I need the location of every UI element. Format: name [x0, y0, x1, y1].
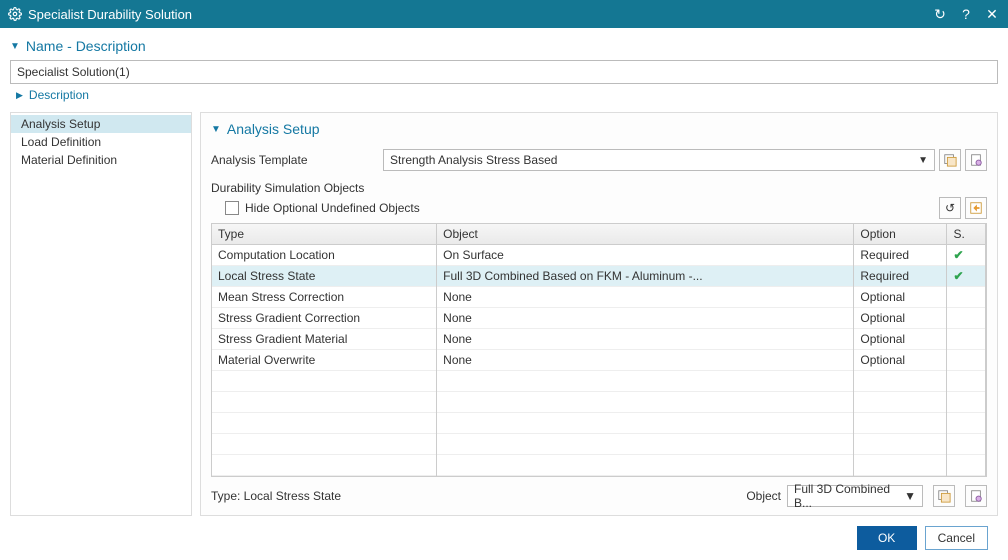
cell-status: ✔ — [947, 245, 986, 266]
footer-action2-button[interactable] — [965, 485, 987, 507]
cell-status — [947, 287, 986, 308]
description-label: Description — [29, 88, 89, 102]
table-row-empty: . — [212, 392, 986, 413]
solution-name-input[interactable] — [10, 60, 998, 84]
footer-object-value: Full 3D Combined B... — [794, 482, 904, 510]
collapse-icon: ▼ — [10, 41, 20, 52]
name-description-header[interactable]: ▼ Name - Description — [10, 38, 998, 54]
cell-object: On Surface — [437, 245, 854, 266]
template-value: Strength Analysis Stress Based — [390, 153, 557, 167]
titlebar: Specialist Durability Solution ↻ ? ✕ — [0, 0, 1008, 28]
cell-option: Optional — [854, 287, 947, 308]
table-action-button[interactable] — [965, 197, 987, 219]
footer-object-dropdown[interactable]: Full 3D Combined B... ▼ — [787, 485, 923, 507]
cancel-button[interactable]: Cancel — [925, 526, 988, 550]
table-row-empty: . — [212, 371, 986, 392]
cell-type: Computation Location — [212, 245, 437, 266]
cell-option: Required — [854, 245, 947, 266]
cell-object: None — [437, 329, 854, 350]
table-row[interactable]: Stress Gradient CorrectionNoneOptional — [212, 308, 986, 329]
table-row-empty: . — [212, 455, 986, 476]
navigation-sidebar: Analysis SetupLoad DefinitionMaterial De… — [10, 112, 192, 516]
cell-object: None — [437, 308, 854, 329]
sidebar-item-material-definition[interactable]: Material Definition — [11, 151, 191, 169]
analysis-setup-header[interactable]: ▼ Analysis Setup — [211, 121, 987, 137]
table-row[interactable]: Mean Stress CorrectionNoneOptional — [212, 287, 986, 308]
table-row-empty: . — [212, 413, 986, 434]
expand-icon: ▶ — [16, 90, 23, 101]
cell-status — [947, 329, 986, 350]
gear-icon — [8, 7, 22, 21]
template-action2-button[interactable] — [965, 149, 987, 171]
cell-option: Optional — [854, 350, 947, 371]
table-row[interactable]: Stress Gradient MaterialNoneOptional — [212, 329, 986, 350]
footer-action1-button[interactable] — [933, 485, 955, 507]
chevron-down-icon: ▼ — [918, 155, 928, 166]
description-toggle[interactable]: ▶ Description — [16, 88, 998, 102]
name-description-label: Name - Description — [26, 38, 146, 54]
reset-button[interactable]: ↺ — [939, 197, 961, 219]
table-row[interactable]: Material OverwriteNoneOptional — [212, 350, 986, 371]
sidebar-item-load-definition[interactable]: Load Definition — [11, 133, 191, 151]
analysis-setup-label: Analysis Setup — [227, 121, 320, 137]
footer-object-label: Object — [746, 489, 781, 503]
template-action1-button[interactable] — [939, 149, 961, 171]
help-icon[interactable]: ? — [958, 7, 974, 21]
sidebar-item-analysis-setup[interactable]: Analysis Setup — [11, 115, 191, 133]
template-label: Analysis Template — [211, 153, 383, 167]
col-option[interactable]: Option — [854, 224, 947, 245]
analysis-template-dropdown[interactable]: Strength Analysis Stress Based ▼ — [383, 149, 935, 171]
cell-type: Stress Gradient Correction — [212, 308, 437, 329]
ok-button[interactable]: OK — [857, 526, 917, 550]
sim-objects-label: Durability Simulation Objects — [211, 181, 987, 195]
cell-object: Full 3D Combined Based on FKM - Aluminum… — [437, 266, 854, 287]
hide-optional-checkbox[interactable]: Hide Optional Undefined Objects — [225, 201, 420, 215]
table-row[interactable]: Computation LocationOn SurfaceRequired✔ — [212, 245, 986, 266]
cell-status — [947, 350, 986, 371]
cell-object: None — [437, 287, 854, 308]
cell-status — [947, 308, 986, 329]
refresh-icon[interactable]: ↻ — [932, 7, 948, 21]
checkbox-icon — [225, 201, 239, 215]
close-icon[interactable]: ✕ — [984, 7, 1000, 21]
col-status[interactable]: S. — [947, 224, 986, 245]
cell-type: Stress Gradient Material — [212, 329, 437, 350]
objects-table: Type Object Option S. Computation Locati… — [211, 223, 987, 477]
cell-option: Optional — [854, 329, 947, 350]
main-panel: ▼ Analysis Setup Analysis Template Stren… — [200, 112, 998, 516]
col-type[interactable]: Type — [212, 224, 437, 245]
cell-type: Material Overwrite — [212, 350, 437, 371]
col-object[interactable]: Object — [437, 224, 854, 245]
footer-type-label: Type: Local Stress State — [211, 489, 341, 503]
cell-type: Mean Stress Correction — [212, 287, 437, 308]
table-row-empty: . — [212, 434, 986, 455]
chevron-down-icon: ▼ — [904, 489, 916, 503]
cell-type: Local Stress State — [212, 266, 437, 287]
window-title: Specialist Durability Solution — [28, 7, 922, 22]
collapse-icon: ▼ — [211, 124, 221, 135]
table-row[interactable]: Local Stress StateFull 3D Combined Based… — [212, 266, 986, 287]
cell-option: Required — [854, 266, 947, 287]
hide-optional-label: Hide Optional Undefined Objects — [245, 201, 420, 215]
cell-option: Optional — [854, 308, 947, 329]
cell-object: None — [437, 350, 854, 371]
cell-status: ✔ — [947, 266, 986, 287]
